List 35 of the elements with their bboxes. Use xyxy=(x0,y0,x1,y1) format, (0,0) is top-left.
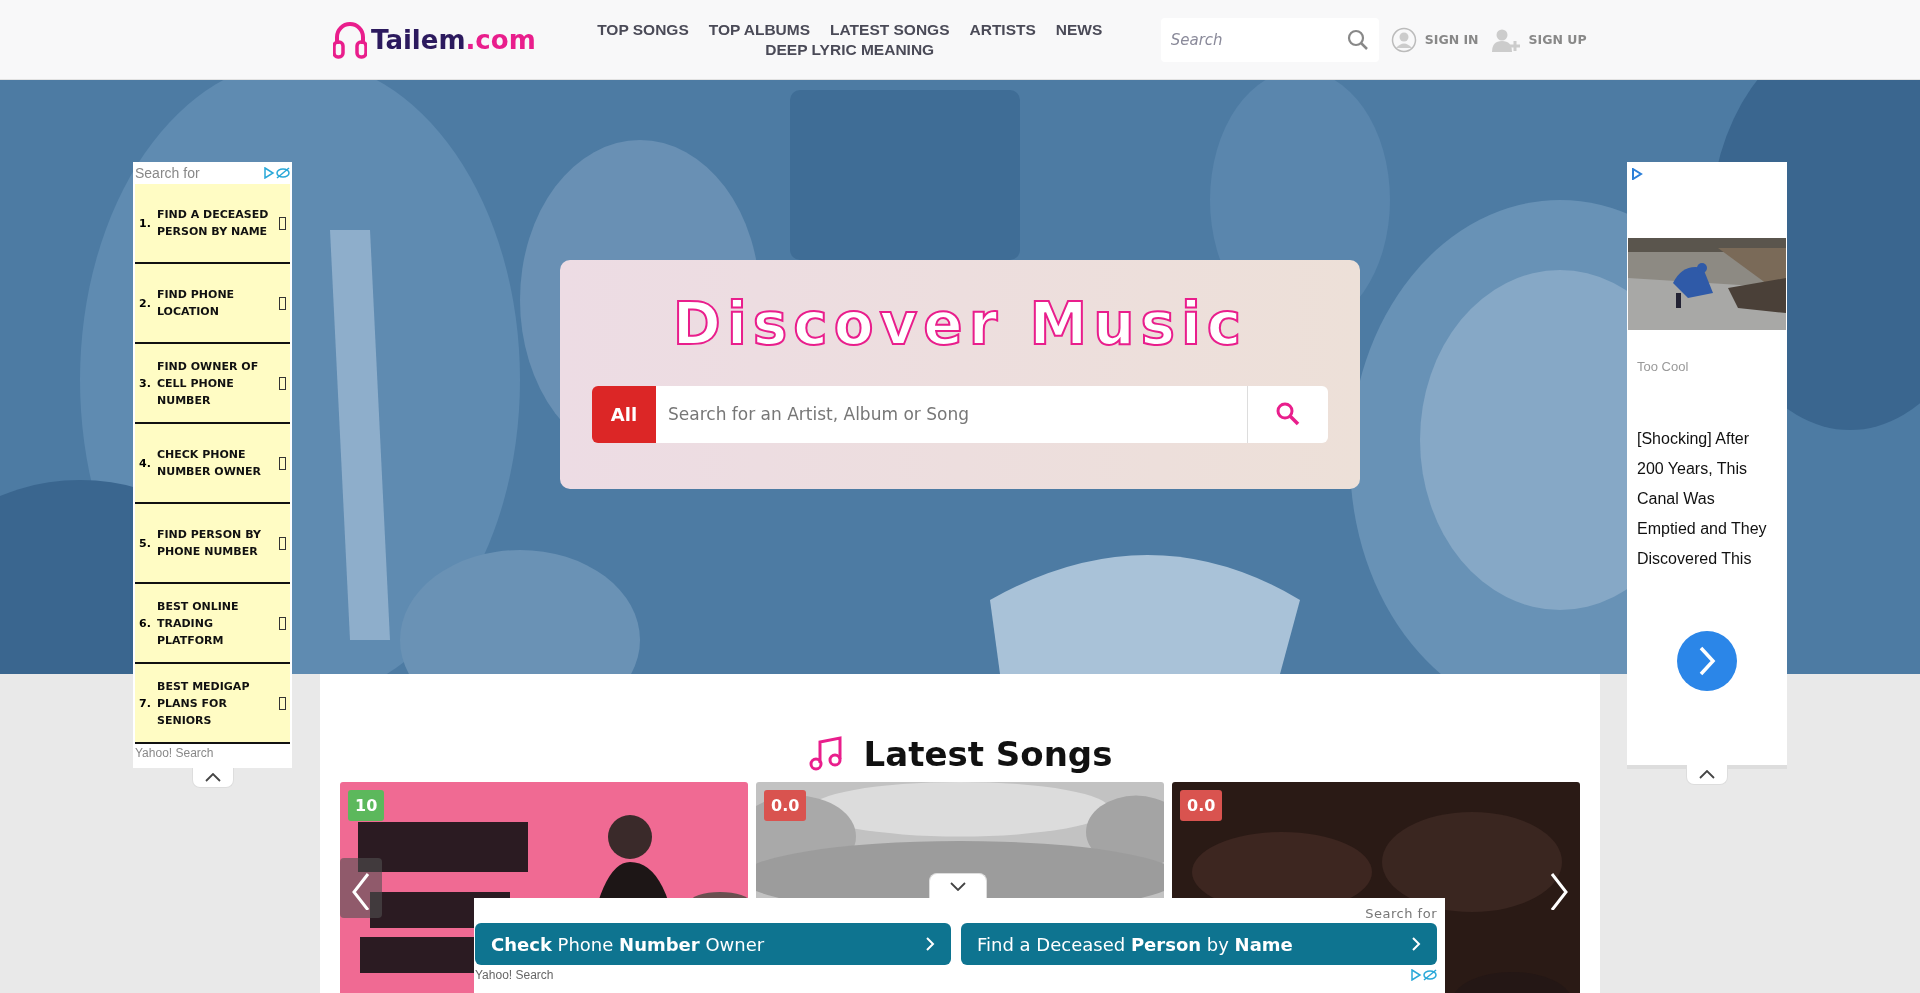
score-badge: 0.0 xyxy=(764,790,807,821)
nav-link[interactable]: DEEP LYRIC MEANING xyxy=(765,40,935,59)
nav-link[interactable]: NEWS xyxy=(1055,20,1103,39)
section-heading: Latest Songs xyxy=(863,734,1113,774)
ad-choices-icon[interactable] xyxy=(1411,969,1437,981)
nav-link[interactable]: LATEST SONGS xyxy=(830,20,950,39)
chevron-up-icon xyxy=(205,773,221,782)
score-badge: 0.0 xyxy=(1180,790,1223,821)
nav-link[interactable]: ARTISTS xyxy=(969,20,1036,39)
nav-link[interactable]: TOP SONGS xyxy=(597,20,689,39)
user-icon xyxy=(1390,26,1417,53)
previous-button[interactable] xyxy=(340,858,382,918)
chevron-right-icon xyxy=(1412,937,1421,951)
chevron-left-icon xyxy=(350,870,372,910)
site-logo[interactable]: Tailem.com xyxy=(333,19,536,60)
collapse-button[interactable] xyxy=(1686,765,1728,785)
collapse-button[interactable] xyxy=(192,768,234,788)
search-field[interactable]: Search xyxy=(1160,17,1379,62)
ad-footer: Yahoo! Search xyxy=(475,968,554,982)
collapse-button[interactable] xyxy=(929,873,987,899)
chevron-up-icon xyxy=(1699,770,1715,779)
ad-link[interactable]: Find a Deceased Person by Name xyxy=(961,923,1437,965)
ad-footer: Yahoo! Search xyxy=(135,746,290,760)
ad-link[interactable]: 7. BEST MEDIGAP PLANS FOR SENIORS xyxy=(135,664,290,744)
music-note-icon xyxy=(807,736,844,772)
chevron-right-icon xyxy=(926,937,935,951)
headphones-icon xyxy=(333,19,367,60)
chevron-down-icon xyxy=(950,882,966,891)
search-icon xyxy=(1346,28,1369,51)
box-icon xyxy=(279,696,286,710)
ad-label: Search for xyxy=(1365,906,1437,921)
ad-link[interactable]: Check Phone Number Owner xyxy=(475,923,951,965)
score-badge: 10 xyxy=(348,790,385,821)
chevron-right-icon xyxy=(1548,870,1570,910)
nav-link[interactable]: TOP ALBUMS xyxy=(708,20,811,39)
